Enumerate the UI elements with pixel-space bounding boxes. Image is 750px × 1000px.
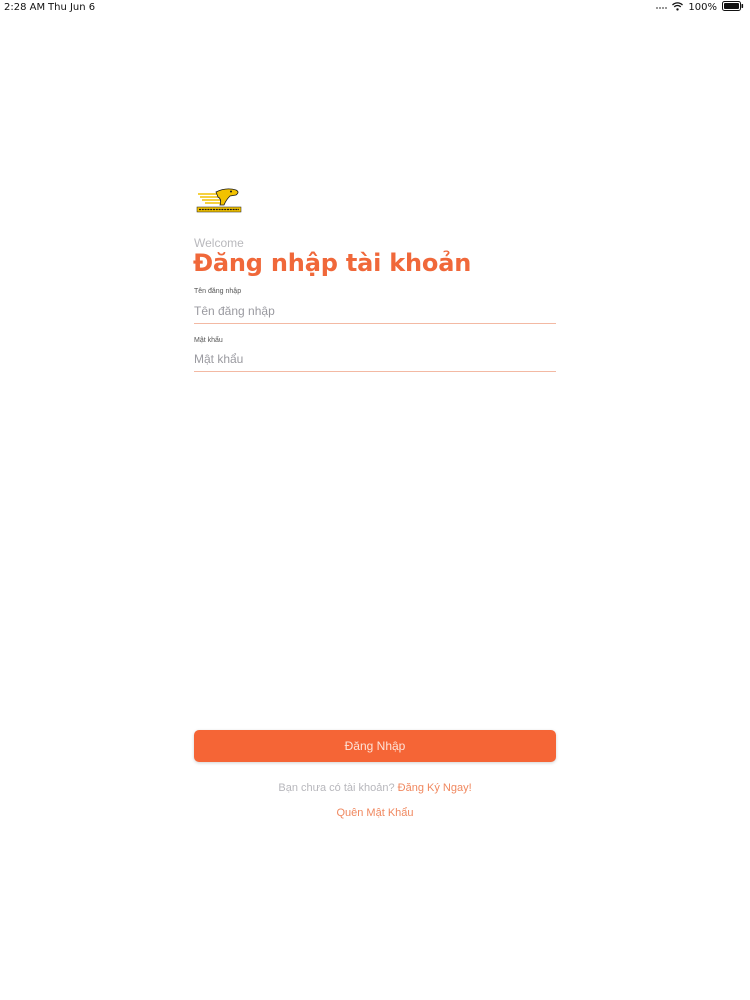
battery-percentage: 100%	[688, 2, 717, 13]
login-button[interactable]: Đăng Nhập	[194, 730, 556, 762]
cellular-signal-icon	[656, 6, 668, 9]
password-input[interactable]	[194, 347, 556, 372]
register-prompt-text: Bạn chưa có tài khoản?	[278, 782, 398, 794]
register-prompt: Bạn chưa có tài khoản? Đăng Ký Ngay!	[0, 782, 750, 794]
login-screen: 2:28 AM Thu Jun 6 100% Welcome Đăng nhập…	[0, 0, 750, 1000]
status-bar: 2:28 AM Thu Jun 6 100%	[0, 0, 750, 16]
wifi-icon	[672, 1, 684, 14]
username-label: Tên đăng nhập	[194, 288, 242, 295]
register-link[interactable]: Đăng Ký Ngay!	[398, 782, 472, 794]
status-date: Thu Jun 6	[48, 2, 96, 13]
password-label: Mật khẩu	[194, 337, 223, 344]
welcome-text: Welcome	[194, 236, 244, 250]
battery-icon	[722, 1, 744, 14]
username-input[interactable]	[194, 299, 556, 324]
company-logo	[196, 186, 244, 216]
page-title: Đăng nhập tài khoản	[193, 249, 472, 277]
forgot-password-link[interactable]: Quên Mật Khẩu	[0, 807, 750, 819]
status-indicators: 100%	[656, 1, 744, 14]
status-time: 2:28 AM	[4, 2, 46, 13]
